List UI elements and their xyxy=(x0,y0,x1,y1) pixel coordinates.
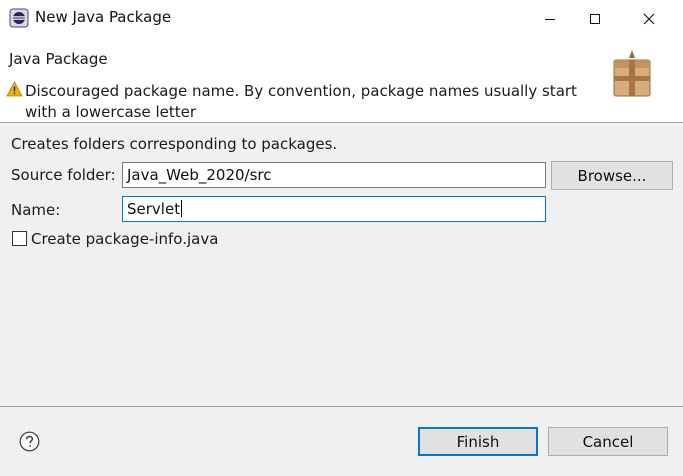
package-icon xyxy=(610,48,654,98)
source-folder-input[interactable]: Java_Web_2020/src xyxy=(122,162,546,188)
wizard-header: Java Package Discouraged package name. B… xyxy=(0,38,683,123)
footer-separator xyxy=(0,406,683,407)
maximize-icon xyxy=(590,14,600,24)
package-name-value: Servlet xyxy=(127,200,181,218)
warning-icon xyxy=(6,81,23,97)
source-folder-label: Source folder: xyxy=(11,166,116,184)
warning-message: Discouraged package name. By convention,… xyxy=(25,82,577,121)
minimize-button[interactable] xyxy=(527,0,573,38)
title-bar: New Java Package xyxy=(0,0,683,38)
finish-button[interactable]: Finish xyxy=(418,427,538,456)
close-icon xyxy=(643,13,655,25)
help-icon[interactable] xyxy=(19,431,40,452)
description-text: Creates folders corresponding to package… xyxy=(11,135,338,153)
text-caret xyxy=(181,200,183,217)
maximize-button[interactable] xyxy=(572,0,618,38)
package-name-input[interactable]: Servlet xyxy=(122,196,546,222)
eclipse-icon xyxy=(9,8,29,28)
close-button[interactable] xyxy=(626,0,672,38)
name-label: Name: xyxy=(11,201,61,219)
create-package-info-label[interactable]: Create package-info.java xyxy=(31,230,218,248)
minimize-icon xyxy=(545,19,555,20)
cancel-button[interactable]: Cancel xyxy=(548,427,668,456)
window-title: New Java Package xyxy=(35,8,172,26)
create-package-info-checkbox[interactable] xyxy=(12,231,27,246)
browse-button[interactable]: Browse... xyxy=(551,161,673,190)
page-title: Java Package xyxy=(9,50,108,68)
